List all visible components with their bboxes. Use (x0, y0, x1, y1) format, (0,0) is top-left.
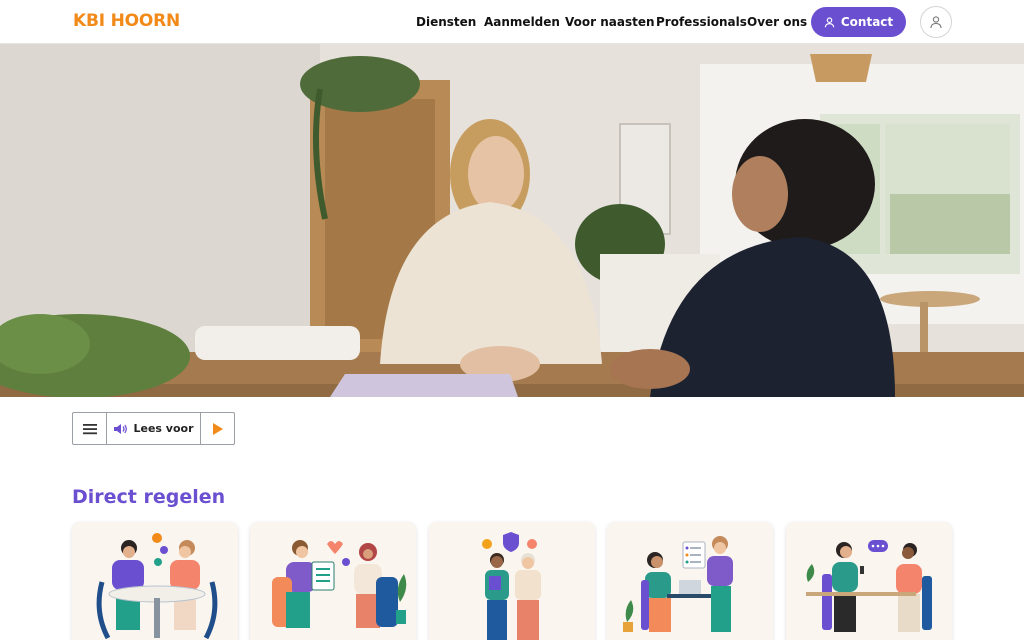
site-header: KBI HOORN Diensten Aanmelden Voor naaste… (0, 0, 1024, 44)
illustration-family (482, 532, 541, 640)
nav-diensten[interactable]: Diensten (416, 15, 476, 29)
contact-button[interactable]: Contact (811, 7, 906, 37)
illustration-consultation (96, 533, 218, 640)
nav-professionals[interactable]: Professionals (656, 15, 747, 29)
hero-image (0, 44, 1024, 397)
service-card-1[interactable] (72, 522, 238, 640)
nav-over-ons[interactable]: Over ons (747, 15, 807, 29)
reader-menu-button[interactable] (73, 413, 107, 444)
illustration-professional (623, 536, 733, 632)
user-icon (824, 16, 835, 27)
hamburger-icon (82, 423, 97, 434)
service-card-5[interactable] (786, 522, 952, 640)
nav-voor-naasten[interactable]: Voor naasten (565, 15, 655, 29)
site-logo[interactable]: KBI HOORN (73, 11, 180, 31)
section-title: Direct regelen (72, 486, 226, 508)
play-icon (212, 422, 223, 435)
nav-aanmelden[interactable]: Aanmelden (484, 15, 560, 29)
service-card-4[interactable] (607, 522, 773, 640)
read-aloud-button[interactable]: Lees voor (107, 413, 201, 444)
service-card-2[interactable] (250, 522, 416, 640)
service-card-3[interactable] (429, 522, 595, 640)
speaker-icon (114, 423, 128, 434)
account-icon (930, 16, 942, 29)
read-aloud-toolbar: Lees voor (72, 412, 235, 445)
contact-label: Contact (840, 15, 894, 29)
service-cards (72, 522, 952, 640)
illustration-registration (272, 540, 407, 628)
illustration-contact (806, 540, 932, 632)
account-button[interactable] (920, 6, 952, 38)
read-aloud-label: Lees voor (133, 422, 194, 435)
play-button[interactable] (201, 413, 234, 444)
